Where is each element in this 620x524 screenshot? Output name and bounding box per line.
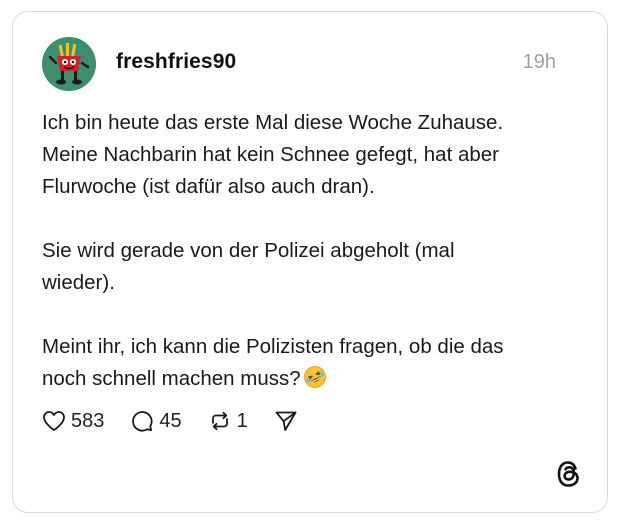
send-icon — [275, 411, 297, 431]
speech-bubble-icon — [132, 411, 153, 432]
post-line: Sie wird gerade von der Polizei abgeholt… — [42, 239, 455, 262]
post-line: Flurwoche (ist dafür also auch dran). — [42, 175, 375, 198]
post-timestamp[interactable]: 19h — [523, 51, 556, 74]
like-count: 583 — [71, 409, 105, 432]
post-line: Meine Nachbarin hat kein Schnee gefegt, … — [42, 143, 499, 166]
repost-icon — [211, 411, 228, 431]
username[interactable]: freshfries90 — [116, 50, 236, 74]
rolling-on-floor-laughing-emoji — [303, 365, 327, 399]
threads-logo-icon — [555, 459, 583, 489]
post-line: Ich bin heute das erste Mal diese Woche … — [42, 111, 504, 134]
like-button[interactable]: 583 — [42, 410, 104, 433]
repost-count: 1 — [236, 409, 248, 432]
repost-button[interactable]: 1 — [208, 409, 248, 433]
reply-count: 45 — [159, 409, 182, 432]
share-button[interactable] — [274, 409, 298, 433]
post-paragraph: Ich bin heute das erste Mal diese Woche … — [42, 107, 582, 203]
post-text: Ich bin heute das erste Mal diese Woche … — [42, 107, 582, 399]
post-line: noch schnell machen muss? — [42, 367, 301, 390]
post-paragraph: Meint ihr, ich kann die Polizisten frage… — [42, 331, 582, 399]
post-line: wieder). — [42, 271, 115, 294]
avatar[interactable] — [42, 37, 96, 91]
action-bar: 583 45 1 — [42, 404, 324, 438]
heart-icon — [43, 411, 65, 431]
post-paragraph: Sie wird gerade von der Polizei abgeholt… — [42, 235, 582, 299]
post-line: Meint ihr, ich kann die Polizisten frage… — [42, 335, 504, 358]
reply-button[interactable]: 45 — [130, 409, 182, 433]
